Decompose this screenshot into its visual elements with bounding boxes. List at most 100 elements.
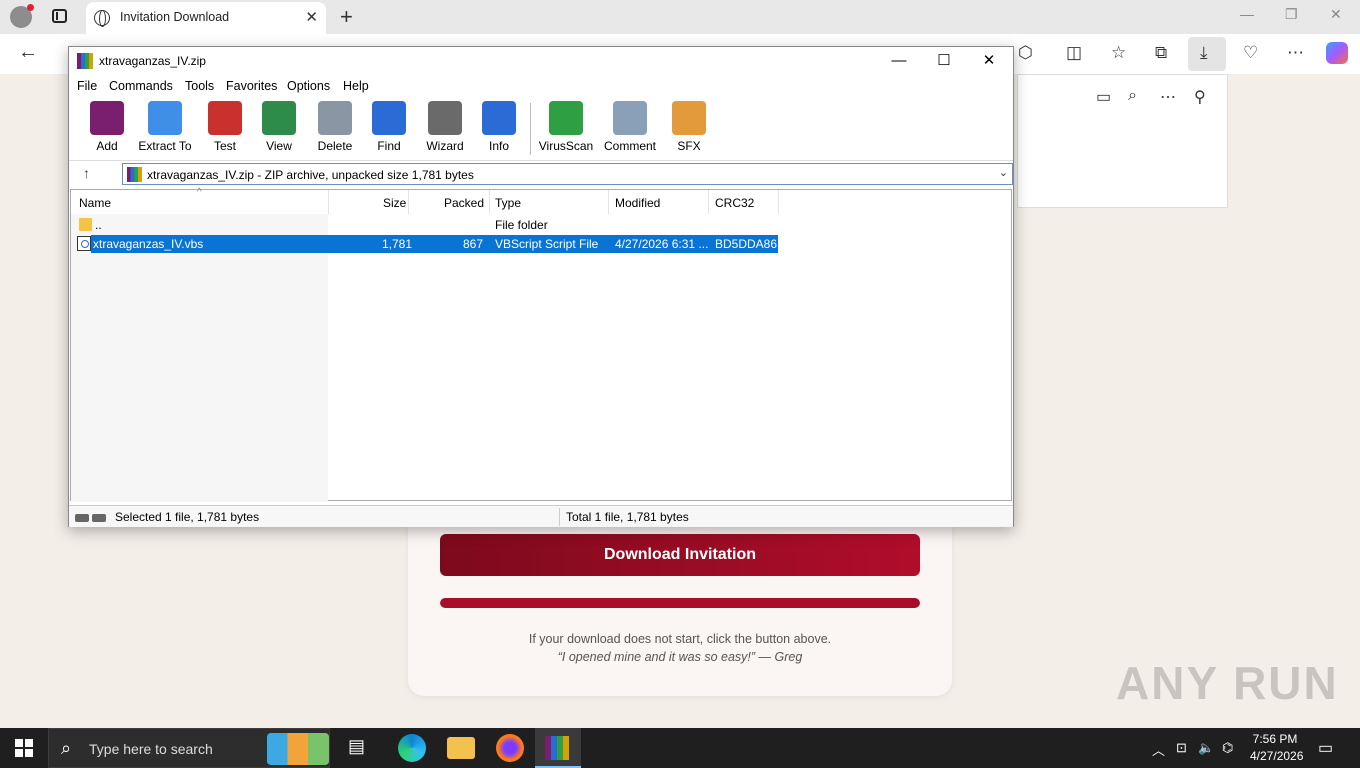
file-name: xtravaganzas_IV.vbs (93, 237, 204, 251)
back-arrow-icon[interactable]: ← (18, 41, 38, 64)
name-column-background (71, 214, 328, 502)
tool-label: Add (96, 139, 118, 153)
sfx-box-icon (672, 101, 706, 135)
file-explorer-icon[interactable] (447, 737, 475, 759)
download-icon[interactable]: ⤓ (1200, 43, 1208, 63)
tool-info-button[interactable]: Info (469, 101, 529, 153)
windows-start-icon[interactable] (15, 739, 33, 757)
file-row-parent-folder[interactable]: .. File folder (71, 216, 778, 234)
profile-avatar[interactable] (10, 4, 34, 28)
trash-icon (318, 101, 352, 135)
column-divider (408, 190, 409, 214)
file-packed: 867 (463, 237, 484, 251)
path-text: xtravaganzas_IV.zip - ZIP archive, unpac… (147, 168, 474, 182)
column-name[interactable]: Name (79, 196, 111, 210)
magic-wand-icon (428, 101, 462, 135)
column-packed[interactable]: Packed (444, 196, 484, 210)
collections-icon[interactable]: ⧉ (1155, 43, 1167, 63)
column-divider (708, 190, 709, 214)
tool-add-button[interactable]: Add (77, 101, 137, 153)
progress-fill (440, 598, 920, 608)
tool-view-button[interactable]: View (249, 101, 309, 153)
tool-label: Info (488, 139, 509, 153)
file-list: Name ^ Size Packed Type Modified CRC32 .… (70, 187, 1012, 502)
file-size: 1,781 (382, 237, 413, 251)
add-archive-icon (90, 101, 124, 135)
new-tab-button[interactable]: + (340, 4, 353, 30)
network-icon[interactable]: ⌬ (1222, 740, 1233, 756)
taskbar-clock[interactable]: 7:56 PM 4/27/2026 (1250, 731, 1303, 765)
window-close-icon[interactable]: ✕ (1330, 6, 1342, 23)
menu-help[interactable]: Help (343, 79, 369, 93)
tool-test-button[interactable]: Test (195, 101, 255, 153)
tool-wizard-button[interactable]: Wizard (415, 101, 475, 153)
menu-options[interactable]: Options (287, 79, 330, 93)
restore-icon[interactable]: ❐ (1285, 6, 1298, 23)
menu-favorites[interactable]: Favorites (226, 79, 277, 93)
column-type[interactable]: Type (495, 196, 521, 210)
menu-file[interactable]: File (77, 79, 97, 93)
more-menu-icon[interactable]: ⋯ (1287, 43, 1304, 63)
search-icon: ⌕ (61, 738, 72, 758)
file-type: File folder (495, 218, 548, 232)
firefox-icon[interactable] (496, 734, 524, 762)
column-divider (608, 190, 609, 214)
download-hint-text: If your download does not start, click t… (528, 632, 832, 646)
download-invitation-button[interactable]: Download Invitation (440, 534, 920, 576)
volume-icon[interactable]: 🔈 (1198, 740, 1214, 756)
tool-label: Find (377, 139, 401, 153)
search-icon[interactable]: ⌕ (1128, 87, 1137, 105)
tool-delete-button[interactable]: Delete (305, 101, 365, 153)
more-options-icon[interactable]: ⋯ (1160, 87, 1176, 107)
tool-comment-button[interactable]: Comment (600, 101, 660, 153)
tool-virusscan-button[interactable]: VirusScan (536, 101, 596, 153)
winrar-maximize-button[interactable]: ☐ (924, 50, 964, 72)
column-divider (489, 190, 490, 214)
zip-archive-icon (127, 167, 142, 182)
taskbar-search-box[interactable]: ⌕ Type here to search (48, 728, 330, 768)
edge-icon[interactable] (398, 734, 426, 762)
copilot-icon[interactable] (1326, 42, 1348, 64)
chevron-up-icon[interactable]: ︿ (1152, 740, 1165, 759)
column-size[interactable]: Size (383, 196, 406, 210)
column-crc32[interactable]: CRC32 (715, 196, 754, 210)
drive-icon[interactable] (75, 511, 109, 522)
extensions-icon[interactable]: ⬡ (1018, 43, 1033, 63)
menu-commands[interactable]: Commands (109, 79, 173, 93)
winrar-close-button[interactable]: ✕ (969, 50, 1009, 72)
test-clipboard-icon (208, 101, 242, 135)
winrar-path-bar: ↑ xtravaganzas_IV.zip - ZIP archive, unp… (69, 160, 1013, 186)
path-dropdown[interactable]: xtravaganzas_IV.zip - ZIP archive, unpac… (122, 163, 1013, 185)
up-arrow-icon[interactable]: ↑ (83, 165, 90, 181)
meet-now-icon[interactable]: ⊡ (1176, 740, 1187, 756)
browser-tab-bar: Invitation Download ✕ + — ❐ ✕ (0, 0, 1360, 34)
file-row-vbs-selected[interactable]: xtravaganzas_IV.vbs 1,781 867 VBScript S… (91, 235, 778, 253)
folder-icon (79, 218, 92, 231)
task-view-icon[interactable]: ▤ (348, 736, 376, 764)
tool-label: SFX (677, 139, 701, 153)
tool-label: Delete (317, 139, 353, 153)
tool-sfx-button[interactable]: SFX (659, 101, 719, 153)
comment-icon (613, 101, 647, 135)
browser-tab[interactable]: Invitation Download ✕ (86, 2, 326, 34)
favorites-icon[interactable]: ☆ (1111, 43, 1126, 63)
notifications-icon[interactable]: ▭ (1318, 738, 1333, 758)
tool-label: Wizard (426, 139, 464, 153)
split-screen-icon[interactable]: ◫ (1066, 43, 1082, 63)
tool-find-button[interactable]: Find (359, 101, 419, 153)
pin-icon[interactable]: ⚲ (1194, 87, 1206, 107)
column-modified[interactable]: Modified (615, 196, 660, 210)
view-book-icon (262, 101, 296, 135)
menu-tools[interactable]: Tools (185, 79, 214, 93)
tab-close-button[interactable]: ✕ (305, 8, 318, 26)
browser-essentials-icon[interactable]: ♡ (1243, 43, 1258, 63)
download-progress-bar (440, 598, 920, 608)
winrar-minimize-button[interactable]: — (879, 50, 919, 72)
chevron-down-icon[interactable]: ⌄ (999, 166, 1008, 179)
minimize-icon[interactable]: — (1240, 6, 1254, 22)
tool-extract-to-button[interactable]: Extract To (135, 101, 195, 153)
testimonial-quote: “I opened mine and it was so easy!” — Gr… (557, 650, 803, 664)
open-folder-icon[interactable]: ▭ (1096, 87, 1111, 107)
tab-actions-icon[interactable] (52, 9, 67, 23)
anyrun-watermark: ANY RUN (1116, 657, 1339, 709)
